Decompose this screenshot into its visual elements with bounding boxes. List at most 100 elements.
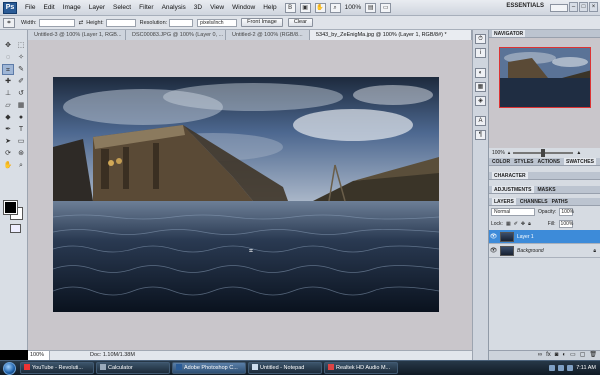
mini-bridge-icon[interactable]: ▣ [299,2,311,13]
move-tool-icon[interactable]: ✥ [2,40,14,51]
task-calculator[interactable]: Calculator [96,362,170,374]
cs-live-button[interactable] [550,4,568,12]
blend-mode-select[interactable]: Normal [491,208,535,216]
lock-move-icon[interactable]: ✥ [521,221,525,227]
workspace-switcher[interactable]: ESSENTIALS [506,3,544,9]
maximize-icon[interactable]: □ [579,2,588,12]
history-panel-icon[interactable]: ⏱ [475,34,486,44]
history-brush-tool-icon[interactable]: ↺ [15,88,27,99]
crop-tool-preset-icon[interactable]: ⌗ [3,17,15,28]
zoom-level[interactable]: 100% [345,4,362,11]
task-realtek[interactable]: Realtek HD Audio M... [324,362,398,374]
resolution-unit-select[interactable]: pixels/inch [197,18,238,27]
hand-view-icon[interactable]: ✋ [314,2,326,13]
type-tool-icon[interactable]: T [15,124,27,135]
visibility-eye-icon[interactable]: 👁︎ [489,247,498,254]
tab-adjustments[interactable]: ADJUSTMENTS [492,186,534,193]
tab-swatches[interactable]: SWATCHES [564,158,596,165]
arrange-documents-icon[interactable]: ▤ [365,2,377,13]
image-canvas[interactable]: ⌗ [53,77,439,312]
pen-tool-icon[interactable]: ✒ [2,124,14,135]
tab-navigator[interactable]: NAVIGATOR [492,30,526,37]
tab-5343-zeenigma[interactable]: 5343_by_ZeEnigMa.jpg @ 100% (Layer 1, RG… [310,30,472,40]
navigator-thumbnail[interactable] [499,47,591,108]
zoom-in-icon[interactable]: ▲ [576,150,581,156]
magic-wand-tool-icon[interactable]: ✧ [15,52,27,63]
clear-button[interactable]: Clear [287,18,313,27]
menu-image[interactable]: Image [59,4,85,11]
new-layer-icon[interactable]: ▢ [580,351,586,360]
tab-dsc00083[interactable]: DSC00083.JPG @ 100% (Layer 0, ... [126,30,226,40]
width-input[interactable] [38,18,75,27]
menu-layer[interactable]: Layer [85,4,109,11]
info-panel-icon[interactable]: i [475,48,486,58]
tab-masks[interactable]: MASKS [538,186,556,193]
volume-icon[interactable] [558,365,565,371]
eyedropper-tool-icon[interactable]: ✎ [15,64,27,75]
front-image-button[interactable]: Front Image [241,18,283,27]
add-mask-icon[interactable]: ◙ [555,351,559,360]
styles-panel-icon[interactable]: ◈ [475,96,486,106]
tab-channels[interactable]: CHANNELS [520,198,548,205]
menu-file[interactable]: File [21,4,39,11]
close-icon[interactable]: × [589,2,598,12]
path-selection-tool-icon[interactable]: ➤ [2,136,14,147]
tab-paths[interactable]: PATHS [552,198,568,205]
task-photoshop[interactable]: Adobe Photoshop C... [172,362,246,374]
bridge-icon[interactable]: B [284,2,296,13]
crop-tool-icon[interactable]: ⌗ [2,64,14,75]
lock-all-icon[interactable]: 🔒︎ [528,221,531,227]
screen-mode-icon[interactable]: ▭ [380,2,392,13]
minimize-icon[interactable]: – [569,2,578,12]
tab-styles[interactable]: STYLES [514,158,533,165]
menu-select[interactable]: Select [109,4,135,11]
marquee-tool-icon[interactable]: ⬚ [15,40,27,51]
task-notepad[interactable]: Untitled - Notepad [248,362,322,374]
power-icon[interactable] [567,365,574,371]
layer-row[interactable]: 👁︎ Layer 1 [489,230,600,244]
tab-untitled-3[interactable]: Untitled-3 @ 100% (Layer 1, RGB... [28,30,126,40]
character-panel-icon[interactable]: A [475,116,486,126]
gradient-tool-icon[interactable]: ▦ [15,100,27,111]
visibility-eye-icon[interactable]: 👁︎ [489,233,498,240]
zoom-tool-icon[interactable]: ⌕ [15,160,27,171]
navigator-zoom-value[interactable]: 100% [492,150,505,156]
healing-brush-tool-icon[interactable]: ✚ [2,76,14,87]
3d-orbit-tool-icon[interactable]: ⊛ [15,148,27,159]
eraser-tool-icon[interactable]: ▱ [2,100,14,111]
paragraph-panel-icon[interactable]: ¶ [475,130,486,140]
foreground-color-swatch[interactable] [3,200,18,215]
height-input[interactable] [105,18,136,27]
fill-input[interactable]: 100% [558,220,573,228]
start-button-icon[interactable] [3,361,16,375]
shape-tool-icon[interactable]: ▭ [15,136,27,147]
resolution-input[interactable] [169,18,194,27]
menu-analysis[interactable]: Analysis [158,4,190,11]
color-panel-icon[interactable]: ◐ [475,68,486,78]
tab-character[interactable]: CHARACTER [492,172,528,179]
3d-rotate-tool-icon[interactable]: ⟳ [2,148,14,159]
adjustment-layer-icon[interactable]: ◐ [562,351,566,360]
delete-layer-icon[interactable]: 🗑︎ [589,351,597,360]
link-layers-icon[interactable]: ∞ [538,351,542,360]
zoom-out-icon[interactable]: ▴ [508,150,511,156]
menu-filter[interactable]: Filter [135,4,157,11]
tab-actions[interactable]: ACTIONS [538,158,561,165]
menu-window[interactable]: Window [228,4,259,11]
menu-help[interactable]: Help [259,4,280,11]
new-group-icon[interactable]: ▭ [570,351,576,360]
tab-layers[interactable]: LAYERS [492,198,516,205]
layer-style-icon[interactable]: fx [546,351,551,360]
dodge-tool-icon[interactable]: ● [15,112,27,123]
layer-row[interactable]: 👁︎ Background 🔒︎ [489,244,600,258]
network-icon[interactable] [549,365,556,371]
tab-untitled-2[interactable]: Untitled-2 @ 100% (RGB/8... [226,30,310,40]
brush-tool-icon[interactable]: ✐ [15,76,27,87]
task-youtube[interactable]: YouTube - Revoluti... [20,362,94,374]
blur-tool-icon[interactable]: ◆ [2,112,14,123]
clock[interactable]: 7:11 AM [576,365,596,371]
zoom-view-icon[interactable]: ⌕ [329,2,341,13]
swap-icon[interactable]: ⇄ [79,20,84,26]
navigator-zoom-slider[interactable] [513,149,574,157]
hand-tool-icon[interactable]: ✋ [2,160,14,171]
